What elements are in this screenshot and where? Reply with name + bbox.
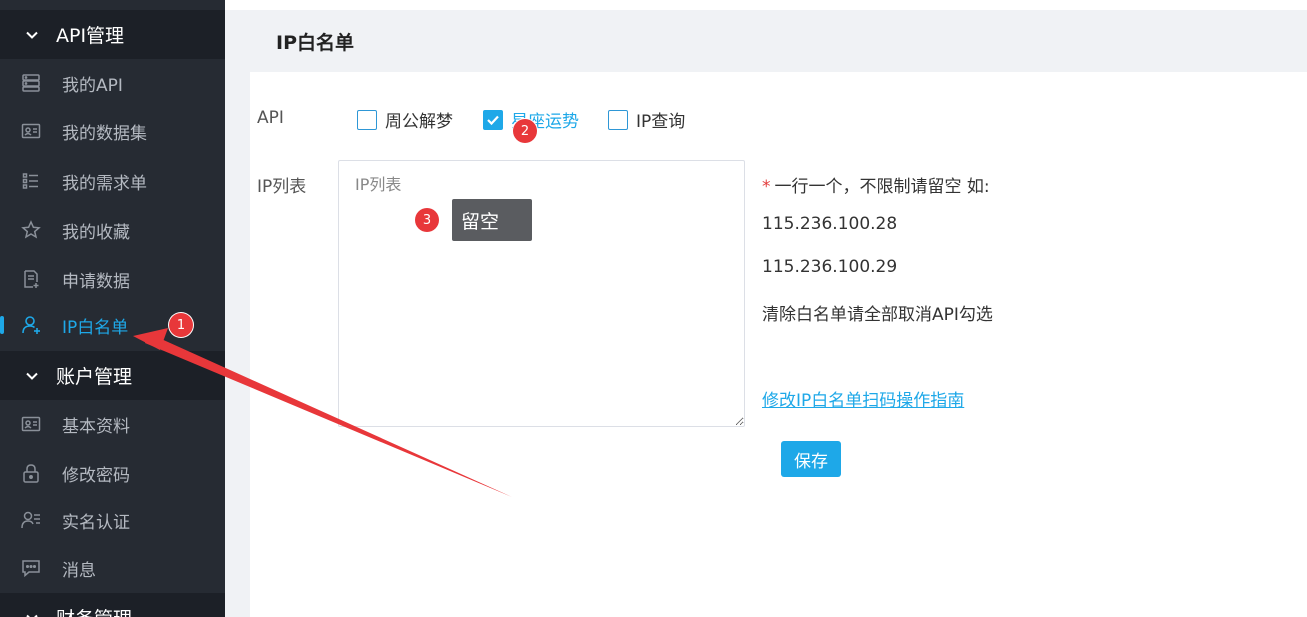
sidebar-item-real-name[interactable]: 实名认证	[0, 496, 225, 544]
checkbox-label: 周公解梦	[385, 112, 453, 132]
annotation-badge-1: 1	[169, 313, 193, 337]
api-checkbox-ip-query[interactable]: IP查询	[608, 107, 685, 132]
api-label: API	[257, 108, 284, 128]
annotation-tooltip: 留空	[452, 199, 532, 241]
sidebar-group-account[interactable]: 账户管理	[0, 351, 225, 400]
sidebar-item-label: 实名认证	[62, 512, 130, 533]
sidebar-item-label: 我的数据集	[62, 123, 147, 144]
id-card-icon	[21, 414, 41, 434]
checkbox-box[interactable]	[483, 109, 503, 130]
sidebar-item-label: IP白名单	[62, 317, 129, 338]
annotation-badge-2: 2	[513, 119, 537, 143]
sidebar-group-label: API管理	[56, 25, 125, 47]
sidebar-item-my-requests[interactable]: 我的需求单	[0, 157, 225, 205]
checkbox-label: IP查询	[636, 112, 686, 132]
hint-ip-example-1: 115.236.100.28	[762, 214, 898, 234]
sidebar-item-label: 我的收藏	[62, 222, 130, 243]
hint-ip-example-2: 115.236.100.29	[762, 257, 898, 277]
sidebar-item-change-password[interactable]: 修改密码	[0, 449, 225, 497]
list-icon	[21, 171, 41, 191]
hint-title-text: 一行一个，不限制请留空 如:	[774, 177, 990, 197]
check-icon	[487, 115, 499, 125]
message-icon	[21, 558, 41, 578]
sidebar-item-label: 我的API	[62, 75, 123, 96]
hint-clear: 清除白名单请全部取消API勾选	[762, 305, 993, 325]
lock-icon	[21, 463, 41, 483]
iplist-label: IP列表	[257, 177, 307, 197]
api-checkbox-dream[interactable]: 周公解梦	[357, 107, 453, 132]
sidebar-group-finance[interactable]: 财务管理	[0, 593, 225, 617]
document-add-icon	[21, 269, 41, 289]
chevron-down-icon	[26, 612, 38, 617]
save-button[interactable]: 保存	[781, 441, 841, 477]
sidebar-item-label: 申请数据	[62, 271, 130, 292]
page-title: IP白名单	[276, 32, 354, 54]
sidebar-group-label: 账户管理	[56, 366, 133, 388]
server-icon	[21, 73, 41, 93]
sidebar-item-label: 消息	[62, 560, 96, 581]
sidebar-item-my-api[interactable]: 我的API	[0, 59, 225, 107]
sidebar-item-label: 基本资料	[62, 416, 130, 437]
sidebar-item-my-dataset[interactable]: 我的数据集	[0, 107, 225, 155]
id-card-icon	[21, 121, 41, 141]
checkbox-box[interactable]	[608, 109, 628, 130]
sidebar-item-messages[interactable]: 消息	[0, 544, 225, 592]
user-list-icon	[21, 510, 41, 530]
chevron-down-icon	[26, 29, 38, 41]
sidebar-item-label: 我的需求单	[62, 173, 147, 194]
iplist-textarea[interactable]	[338, 160, 745, 427]
page-header	[250, 13, 1307, 70]
sidebar-group-api[interactable]: API管理	[0, 10, 225, 59]
user-add-icon	[21, 315, 41, 335]
annotation-badge-3: 3	[415, 208, 439, 232]
top-bar	[225, 0, 1307, 10]
sidebar-item-my-favorites[interactable]: 我的收藏	[0, 206, 225, 254]
sidebar-item-apply-data[interactable]: 申请数据	[0, 255, 225, 303]
sidebar-item-basic-info[interactable]: 基本资料	[0, 400, 225, 448]
star-icon	[21, 220, 41, 240]
sidebar-group-label: 财务管理	[56, 604, 132, 617]
checkbox-box[interactable]	[357, 109, 377, 130]
guide-link[interactable]: 修改IP白名单扫码操作指南	[762, 386, 964, 411]
hint-title: * 一行一个，不限制请留空 如:	[762, 172, 990, 197]
required-star: *	[762, 177, 771, 197]
chevron-down-icon	[26, 370, 38, 382]
sidebar: API管理 我的API 我的数据集 我的需求单 我的收藏 申请数据 IP白名单 …	[0, 0, 225, 617]
sidebar-item-label: 修改密码	[62, 465, 130, 486]
